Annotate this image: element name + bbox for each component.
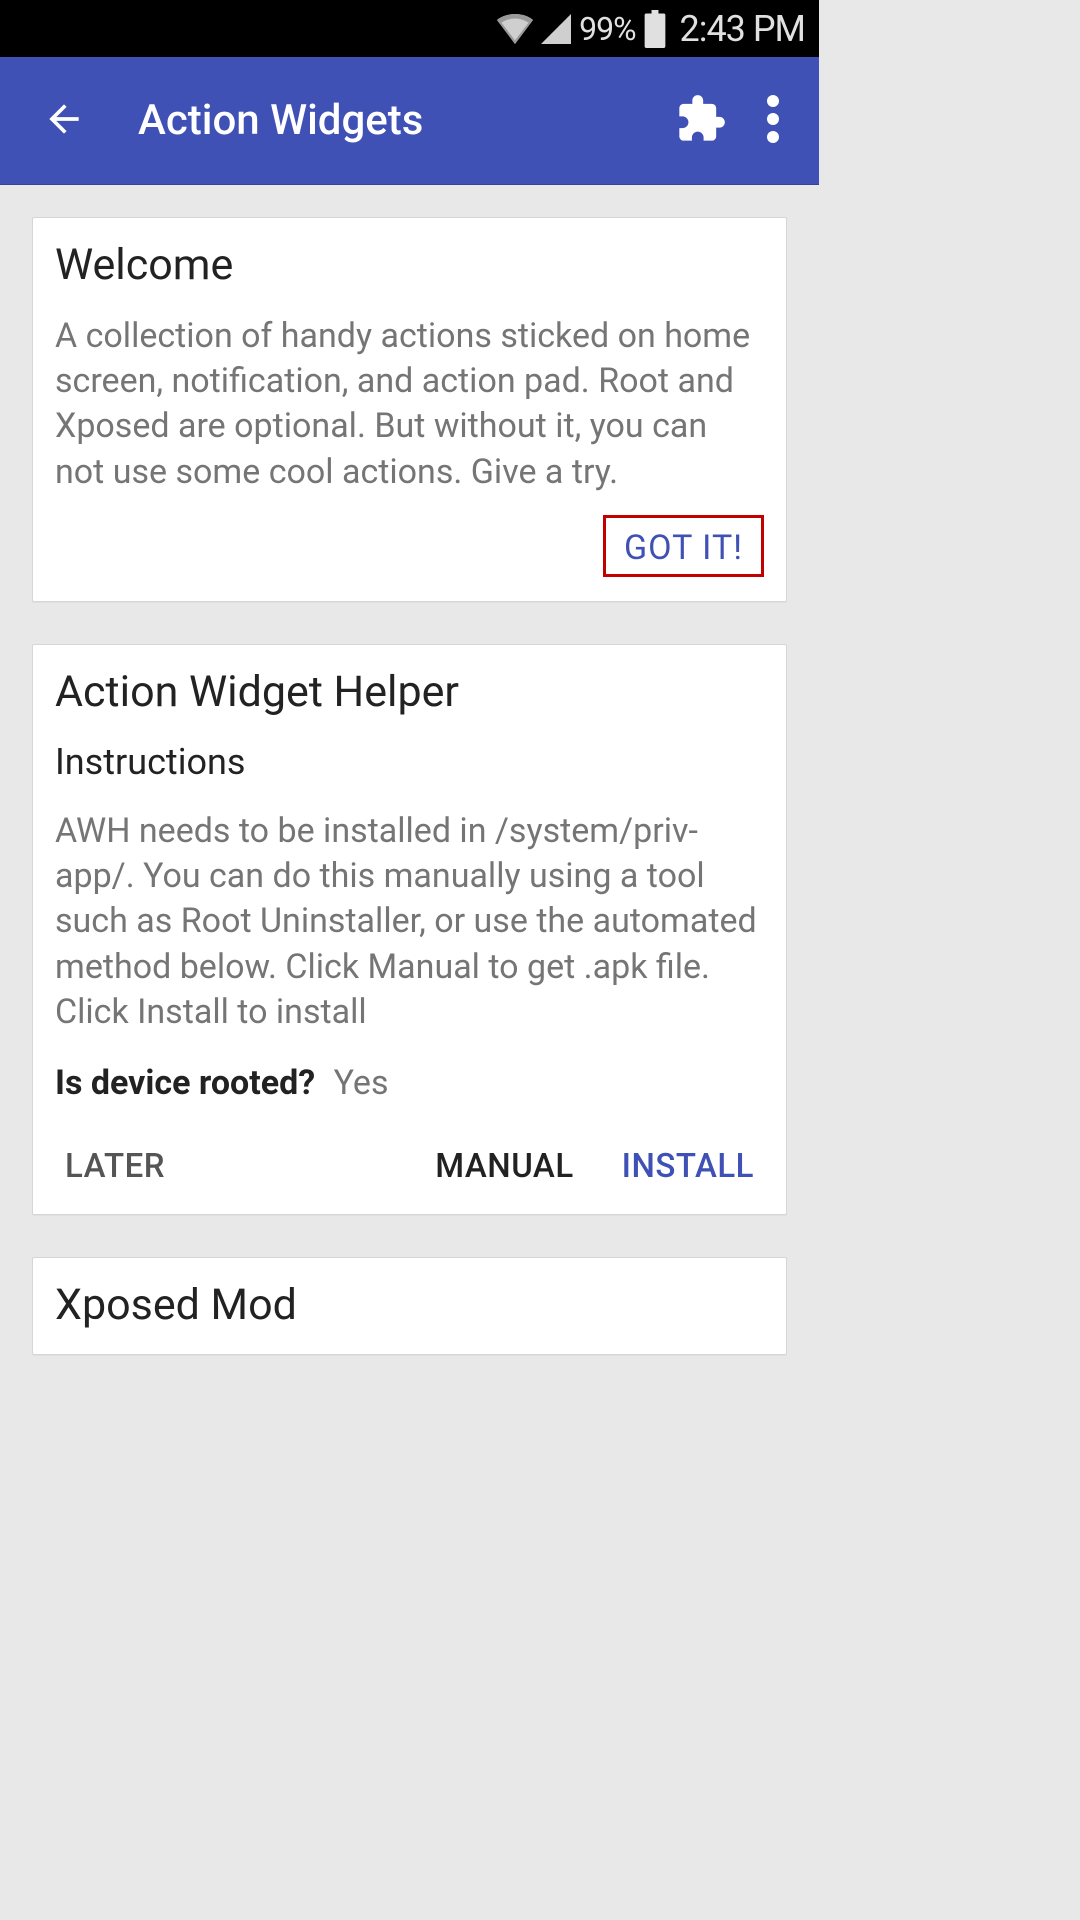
rooted-value: Yes (334, 1063, 389, 1103)
battery-percentage: 99% (579, 10, 635, 48)
welcome-title: Welcome (55, 240, 764, 290)
more-vert-icon (767, 95, 779, 147)
manual-button[interactable]: MANUAL (425, 1137, 583, 1196)
extensions-button[interactable] (665, 85, 737, 157)
content-scroll[interactable]: Welcome A collection of handy actions st… (0, 185, 819, 1355)
page-title: Action Widgets (138, 96, 665, 145)
helper-body: AWH needs to be installed in /system/pri… (55, 809, 764, 1035)
install-button[interactable]: INSTALL (612, 1137, 764, 1196)
xposed-title: Xposed Mod (55, 1280, 764, 1330)
rooted-label: Is device rooted? (55, 1063, 315, 1103)
welcome-body: A collection of handy actions sticked on… (55, 314, 764, 495)
status-time: 2:43 PM (680, 8, 806, 50)
wifi-icon (497, 14, 533, 44)
helper-card: Action Widget Helper Instructions AWH ne… (32, 644, 787, 1215)
overflow-menu-button[interactable] (737, 85, 809, 157)
puzzle-piece-icon (675, 93, 727, 149)
helper-title: Action Widget Helper (55, 667, 764, 717)
welcome-card: Welcome A collection of handy actions st… (32, 217, 787, 602)
helper-subtitle: Instructions (55, 741, 764, 783)
signal-icon (541, 14, 571, 44)
later-button[interactable]: LATER (55, 1137, 175, 1196)
xposed-card: Xposed Mod (32, 1257, 787, 1355)
status-bar: 99% 2:43 PM (0, 0, 819, 57)
arrow-left-icon (42, 97, 86, 145)
got-it-button[interactable]: GOT IT! (603, 515, 764, 577)
app-bar: Action Widgets (0, 57, 819, 185)
rooted-status-row: Is device rooted? Yes (55, 1063, 764, 1103)
battery-icon (644, 10, 666, 48)
back-button[interactable] (28, 85, 100, 157)
